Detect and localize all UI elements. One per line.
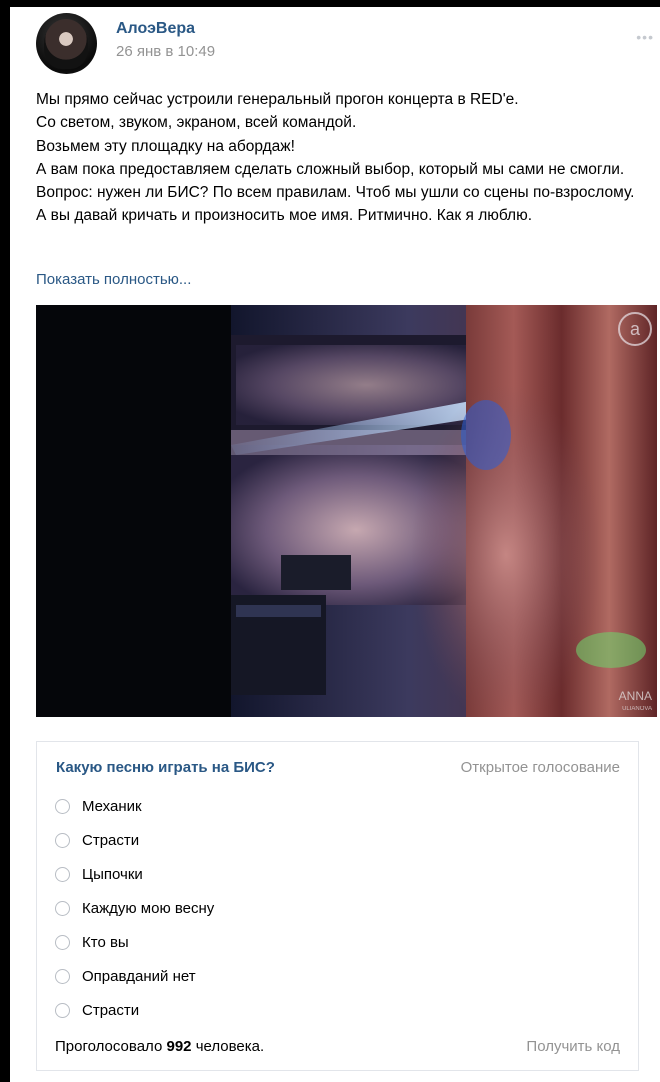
photo-watermark-sub: ULIANOVA	[622, 706, 652, 712]
poll-option[interactable]: Страсти	[55, 999, 139, 1021]
post-text: Мы прямо сейчас устроили генеральный про…	[36, 88, 636, 228]
poll-option-label: Оправданий нет	[82, 967, 196, 985]
radio-icon[interactable]	[55, 1002, 70, 1018]
get-code-link[interactable]: Получить код	[526, 1038, 620, 1055]
poll-option-label: Механик	[82, 797, 142, 815]
votes-suffix: человека.	[195, 1038, 265, 1055]
radio-icon[interactable]	[55, 798, 70, 814]
photo-logo-icon: a	[630, 319, 641, 339]
poll-option-label: Каждую мою весну	[82, 899, 215, 917]
poll-option[interactable]: Каждую мою весну	[55, 897, 214, 919]
poll-option-label: Кто вы	[82, 933, 129, 951]
radio-icon[interactable]	[55, 900, 70, 916]
post-text-line: Вопрос: нужен ли БИС? По всем правилам. …	[36, 184, 639, 225]
author-name[interactable]: АлоэВера	[116, 20, 195, 38]
poll-option[interactable]: Оправданий нет	[55, 965, 196, 987]
post-date[interactable]: 26 янв в 10:49	[116, 43, 215, 60]
poll-option-label: Страсти	[82, 831, 140, 849]
post-text-line: Со светом, звуком, экраном, всей командо…	[36, 114, 357, 132]
show-more-link[interactable]: Показать полностью...	[36, 271, 191, 288]
poll-option-label: Цыпочки	[82, 865, 143, 883]
poll-option[interactable]: Страсти	[55, 829, 139, 851]
poll: Какую песню играть на БИС? Открытое голо…	[36, 741, 639, 1071]
poll-option[interactable]: Кто вы	[55, 931, 129, 953]
post-text-line: Возьмем эту площадку на абордаж!	[36, 137, 295, 155]
post-photo[interactable]: a ANNA ULIANOVA	[36, 305, 657, 717]
radio-icon[interactable]	[55, 968, 70, 984]
poll-option-label: Страсти	[82, 1001, 140, 1019]
poll-question: Какую песню играть на БИС?	[56, 759, 275, 776]
post-text-line: Мы прямо сейчас устроили генеральный про…	[36, 91, 519, 108]
avatar[interactable]	[36, 13, 97, 74]
radio-icon[interactable]	[55, 866, 70, 882]
poll-votes: Проголосовало 992 человека.	[55, 1038, 264, 1055]
poll-option[interactable]: Механик	[55, 795, 142, 817]
poll-type: Открытое голосование	[460, 759, 620, 776]
votes-prefix: Проголосовало	[55, 1038, 163, 1055]
votes-count: 992	[166, 1038, 192, 1055]
radio-icon[interactable]	[55, 832, 70, 848]
photo-watermark: ANNA	[619, 689, 652, 703]
more-options-icon[interactable]: •••	[636, 29, 654, 45]
poll-option[interactable]: Цыпочки	[55, 863, 143, 885]
radio-icon[interactable]	[55, 934, 70, 950]
post-text-line: А вам пока предоставляем сделать сложный…	[36, 160, 625, 178]
post-card: АлоэВера 26 янв в 10:49 ••• Мы прямо сей…	[10, 7, 660, 1082]
